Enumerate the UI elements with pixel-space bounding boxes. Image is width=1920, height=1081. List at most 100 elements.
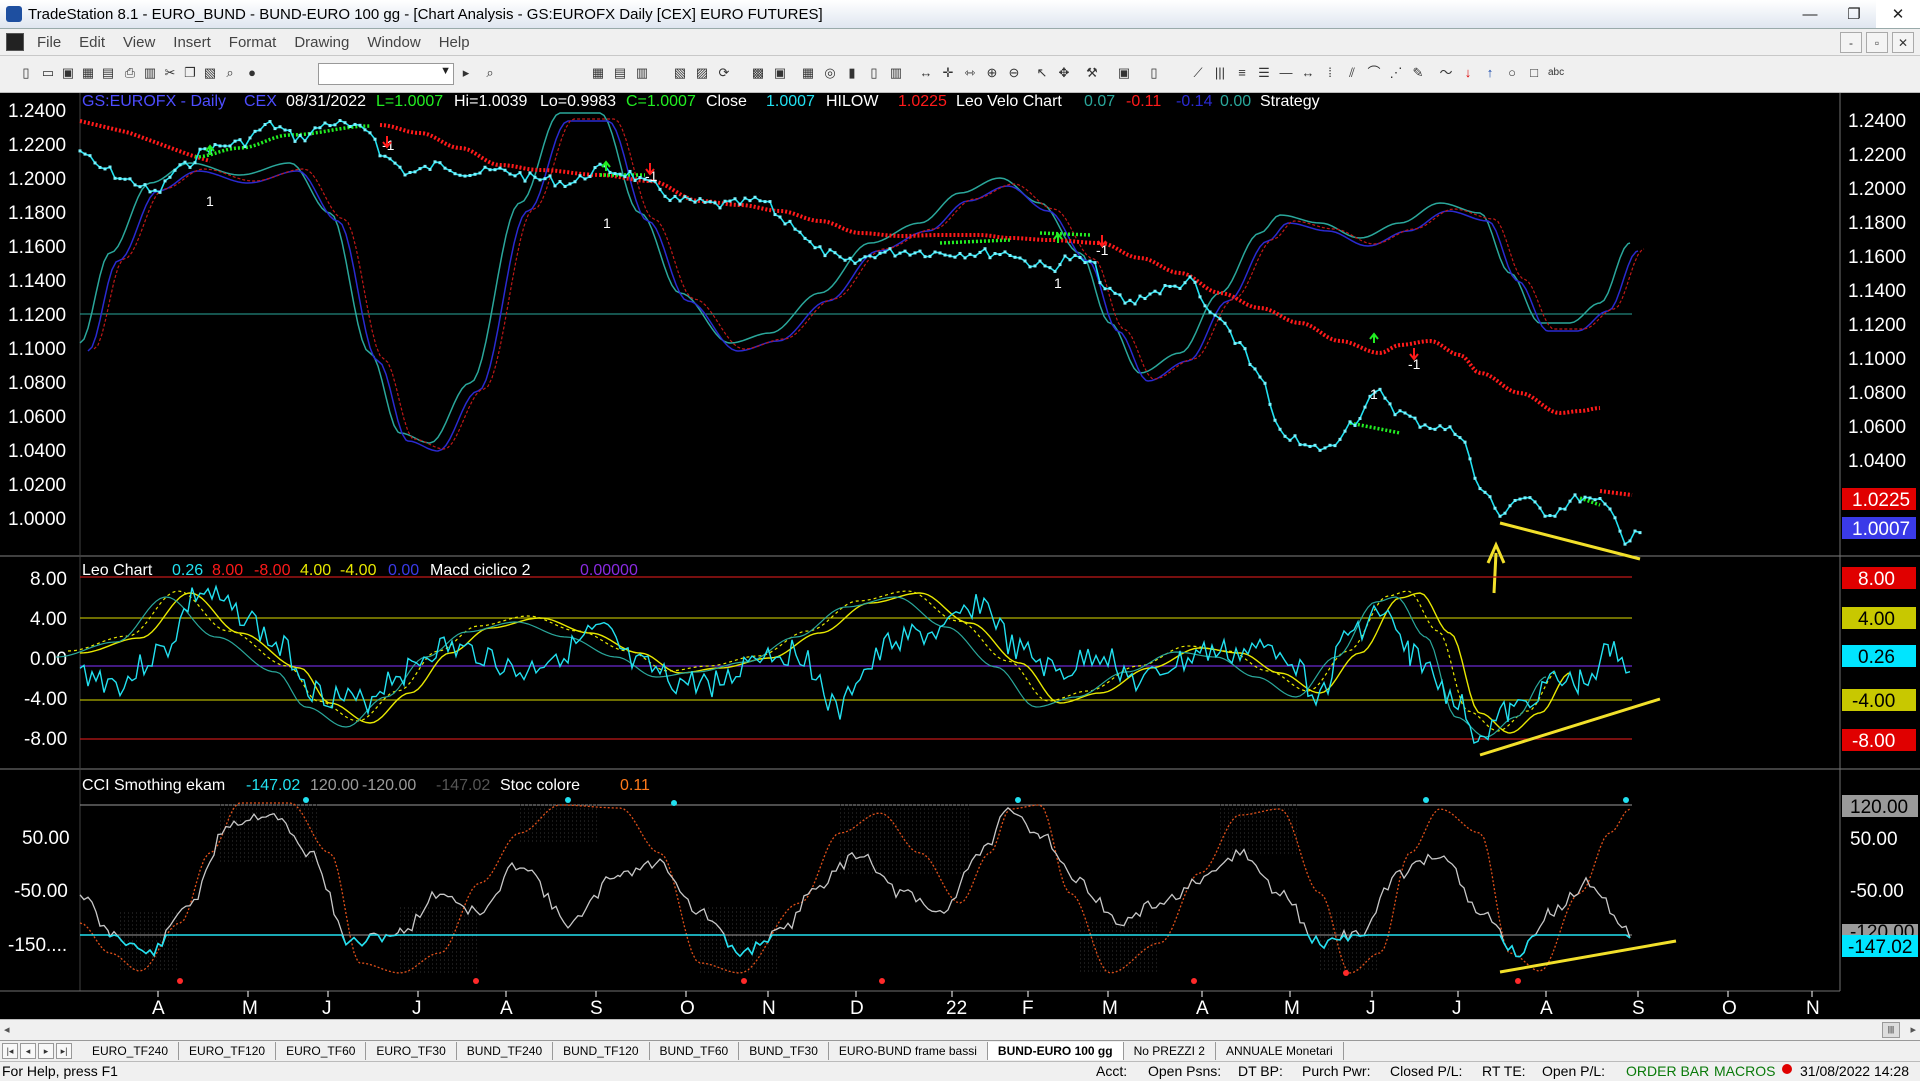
paste-icon[interactable]: ▧ <box>202 65 218 81</box>
tab-last-icon[interactable]: ▸| <box>56 1043 72 1059</box>
menu-insert[interactable]: Insert <box>164 34 220 51</box>
play-arrow-icon[interactable]: ▸ <box>458 65 474 81</box>
scanner-tool-icon[interactable]: ▨ <box>694 65 710 81</box>
crosshair-icon[interactable]: ✛ <box>940 65 956 81</box>
show-me-icon[interactable]: ▥ <box>888 65 904 81</box>
price-dot <box>1458 436 1462 440</box>
tab-annuale-monetari[interactable]: ANNUALE Monetari <box>1215 1042 1344 1060</box>
tab-euro-tf30[interactable]: EURO_TF30 <box>366 1042 457 1060</box>
minimize-button[interactable]: — <box>1788 0 1832 28</box>
indicator-icon[interactable]: ◎ <box>822 65 838 81</box>
hammer-icon[interactable]: ⚒ <box>1084 65 1100 81</box>
paint-bar-icon[interactable]: ▯ <box>866 65 882 81</box>
symbol-combo[interactable]: ▼ <box>318 63 454 85</box>
horizontal-scrollbar[interactable]: ◂ ||| ▸ <box>0 1019 1920 1040</box>
news-tool-icon[interactable]: ▧ <box>672 65 688 81</box>
pencil-icon[interactable]: ✎ <box>1410 65 1426 81</box>
menu-help[interactable]: Help <box>430 34 479 51</box>
scroll-left-icon[interactable]: ◂ <box>4 1023 10 1036</box>
text-tool-icon[interactable]: abc <box>1548 65 1564 81</box>
hide-tool-icon[interactable]: ▯ <box>1146 65 1162 81</box>
options-tool-icon[interactable]: ▩ <box>750 65 766 81</box>
print-preview-icon[interactable]: ▥ <box>142 65 158 81</box>
close-button[interactable]: ✕ <box>1876 0 1920 28</box>
tab-bund-tf30[interactable]: BUND_TF30 <box>739 1042 829 1060</box>
menu-edit[interactable]: Edit <box>70 34 114 51</box>
mdi-minimize-button[interactable]: - <box>1840 32 1862 53</box>
fibonacci-icon[interactable]: ☰ <box>1256 65 1272 81</box>
maximize-button[interactable]: ❐ <box>1832 0 1876 28</box>
tab-bund-tf60[interactable]: BUND_TF60 <box>649 1042 740 1060</box>
tab-bund-euro-100gg[interactable]: BUND-EURO 100 gg <box>987 1042 1124 1060</box>
lookup-icon[interactable]: ⌕ <box>482 65 498 81</box>
horizontal-arrow-icon[interactable]: ↔ <box>1300 65 1316 81</box>
copy-icon[interactable]: ❐ <box>182 65 198 81</box>
menu-window[interactable]: Window <box>358 34 429 51</box>
tab-bund-tf120[interactable]: BUND_TF120 <box>553 1042 650 1060</box>
radar-tool-icon[interactable]: ▤ <box>612 65 628 81</box>
fib-time-icon[interactable]: ⁞ <box>1322 65 1338 81</box>
chart-canvas[interactable]: GS:EUROFX - Daily CEX 08/31/2022 L=1.000… <box>0 93 1920 1039</box>
price-dot <box>443 166 447 170</box>
zoom-out-icon[interactable]: ⊖ <box>1006 65 1022 81</box>
print-icon[interactable]: ⎙ <box>122 65 138 81</box>
cut-icon[interactable]: ✂ <box>162 65 178 81</box>
insert-study-icon[interactable]: ▦ <box>800 65 816 81</box>
price-dot <box>468 173 472 177</box>
tab-euro-tf120[interactable]: EURO_TF120 <box>179 1042 277 1060</box>
save-workspace-icon[interactable]: ▤ <box>100 65 116 81</box>
menu-format[interactable]: Format <box>220 34 286 51</box>
new-icon[interactable]: ▯ <box>18 65 34 81</box>
chart-window-tool-icon[interactable]: ▦ <box>590 65 606 81</box>
price-dot <box>493 168 497 172</box>
trendline-icon[interactable]: ⟋ <box>1190 65 1206 81</box>
tab-first-icon[interactable]: |◂ <box>2 1043 18 1059</box>
globe-icon[interactable]: ● <box>244 65 260 81</box>
ellipse-icon[interactable]: ○ <box>1504 65 1520 81</box>
andrews-pitchfork-icon[interactable]: ⫽ <box>1344 65 1360 81</box>
chart-window-icon[interactable] <box>6 33 24 51</box>
orders-tool-icon[interactable]: ▣ <box>772 65 788 81</box>
freehand-icon[interactable]: 〜 <box>1438 65 1454 81</box>
open-workspace-icon[interactable]: ▣ <box>60 65 76 81</box>
tab-bund-tf240[interactable]: BUND_TF240 <box>456 1042 554 1060</box>
drag-icon[interactable]: ✥ <box>1056 65 1072 81</box>
menu-view[interactable]: View <box>114 34 164 51</box>
tab-euro-bund-frame-bassi[interactable]: EURO-BUND frame bassi <box>828 1042 988 1060</box>
arrow-up-icon[interactable]: ↑ <box>1482 65 1498 81</box>
chevron-down-icon[interactable]: ▼ <box>440 65 451 77</box>
rectangle-icon[interactable]: □ <box>1526 65 1542 81</box>
horizontal-lines-icon[interactable]: ≡ <box>1234 65 1250 81</box>
chart-analysis-window[interactable]: GS:EUROFX - Daily CEX 08/31/2022 L=1.000… <box>0 93 1920 1039</box>
menu-file[interactable]: File <box>28 34 70 51</box>
tab-next-icon[interactable]: ▸ <box>38 1043 54 1059</box>
zoom-in-icon[interactable]: ⊕ <box>984 65 1000 81</box>
tab-no-prezzi-2[interactable]: No PREZZI 2 <box>1123 1042 1216 1060</box>
bar-spacing-icon[interactable]: ⇿ <box>962 65 978 81</box>
time-scale-icon[interactable]: ↔ <box>918 65 934 81</box>
workspace-tool-icon[interactable]: ▣ <box>1116 65 1132 81</box>
pointer-icon[interactable]: ↖ <box>1034 65 1050 81</box>
horizontal-line-icon[interactable]: — <box>1278 65 1294 81</box>
tab-euro-tf60[interactable]: EURO_TF60 <box>276 1042 367 1060</box>
open-icon[interactable]: ▭ <box>40 65 56 81</box>
mdi-restore-button[interactable]: ▫ <box>1866 32 1888 53</box>
tab-prev-icon[interactable]: ◂ <box>20 1043 36 1059</box>
mdi-close-button[interactable]: ✕ <box>1892 32 1914 53</box>
link-tool-icon[interactable]: ⟳ <box>716 65 732 81</box>
scroll-thumb[interactable]: ||| <box>1882 1022 1900 1038</box>
menu-drawing[interactable]: Drawing <box>285 34 358 51</box>
save-icon[interactable]: ▦ <box>80 65 96 81</box>
matrix-tool-icon[interactable]: ▥ <box>634 65 650 81</box>
arc-icon[interactable]: ⌒ <box>1366 65 1382 81</box>
tab-euro-tf240[interactable]: EURO_TF240 <box>82 1042 180 1060</box>
order-bar-button[interactable]: ORDER BAR <box>1626 1063 1709 1079</box>
arrow-down-icon[interactable]: ↓ <box>1460 65 1476 81</box>
bar-chart-icon[interactable]: ▮ <box>844 65 860 81</box>
gann-fan-icon[interactable]: ⋰ <box>1388 65 1404 81</box>
find-icon[interactable]: ⌕ <box>222 65 238 81</box>
vertical-lines-icon[interactable]: ||| <box>1212 65 1228 81</box>
scroll-right-icon[interactable]: ▸ <box>1910 1023 1916 1036</box>
cci-signal-dot <box>1515 978 1521 984</box>
macros-button[interactable]: MACROS <box>1714 1063 1775 1079</box>
